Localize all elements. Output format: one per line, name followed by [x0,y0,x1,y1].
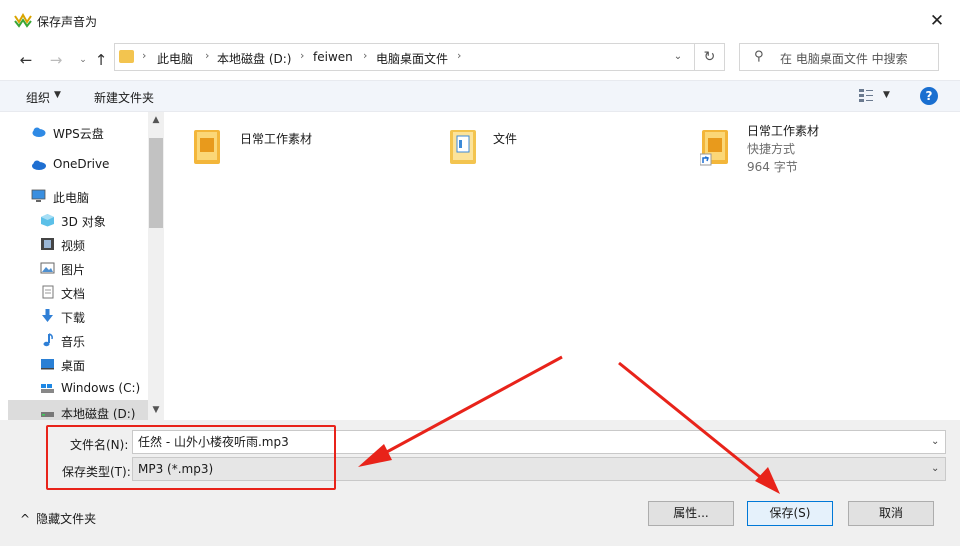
breadcrumb-feiwen[interactable]: feiwen [313,50,353,64]
sidebar-item-label: 下载 [61,311,86,325]
crumb-separator[interactable]: › [363,49,367,62]
filetype-dropdown-icon[interactable]: ⌄ [931,463,939,474]
back-button[interactable]: ← [16,50,36,70]
cancel-button[interactable]: 取消 [848,501,934,526]
sidebar-item-documents[interactable]: 文档 [8,280,148,304]
close-button[interactable]: ✕ [924,8,950,34]
sidebar-item-label: 本地磁盘 (D:) [61,407,136,420]
video-icon [41,238,54,250]
recent-locations-button[interactable]: ⌄ [73,50,93,70]
forward-button[interactable]: → [46,50,66,70]
sidebar-item-videos[interactable]: 视频 [8,232,148,256]
chevron-up-icon: ^ [20,512,31,526]
crumb-separator[interactable]: › [300,49,304,62]
folder-shortcut-icon [700,130,728,166]
sidebar-item-label: 图片 [61,263,86,277]
hide-folders-label: 隐藏文件夹 [36,512,97,526]
sidebar-item-label: OneDrive [53,157,110,171]
music-icon [43,333,53,347]
drive-d-icon [41,412,54,417]
sidebar-item-wps-cloud[interactable]: WPS云盘 [8,120,148,144]
sidebar-item-desktop[interactable]: 桌面 [8,352,148,376]
breadcrumb-this-pc[interactable]: 此电脑 [157,50,193,67]
sidebar-item-3d-objects[interactable]: 3D 对象 [8,208,148,232]
help-button[interactable]: ? [920,87,938,105]
sidebar-item-label: 文档 [61,287,86,301]
documents-icon [42,285,54,299]
file-type-label: 快捷方式 [747,142,796,156]
sidebar-scroll-up-button[interactable]: ▲ [148,115,164,125]
address-bar[interactable]: › 此电脑 › 本地磁盘 (D:) › feiwen › 电脑桌面文件 › [114,43,695,71]
save-button[interactable]: 保存(S) [747,501,833,526]
sidebar-item-music[interactable]: 音乐 [8,328,148,352]
file-item-shortcut[interactable]: 日常工作素材 快捷方式 964 字节 [700,122,900,178]
download-icon [42,309,53,322]
sidebar-item-downloads[interactable]: 下载 [8,304,148,328]
sidebar-scrollbar-thumb[interactable] [149,138,163,228]
view-dropdown-icon[interactable]: ▼ [883,90,890,100]
folder-icon [194,130,220,164]
organize-button[interactable]: 组织 [26,89,50,106]
drive-c-icon [41,384,54,393]
search-icon: ⚲ [754,49,764,64]
sidebar-item-label: 3D 对象 [61,215,106,229]
address-dropdown-button[interactable]: ⌄ [664,45,692,69]
file-name: 日常工作素材 [747,124,820,138]
file-name: 文件 [493,132,518,146]
command-toolbar: 组织 ▼ 新建文件夹 ▼ ? [0,80,960,112]
sidebar-item-label: WPS云盘 [53,127,104,141]
hide-folders-button[interactable]: ^ 隐藏文件夹 [20,510,96,527]
search-input[interactable]: ⚲ 在 电脑桌面文件 中搜索 [739,43,939,71]
sidebar-item-label: 视频 [61,239,86,253]
sidebar-item-drive-c[interactable]: Windows (C:) [8,376,148,400]
pictures-icon [40,262,55,274]
wps-cloud-icon [32,127,46,137]
file-name: 日常工作素材 [240,132,313,146]
sidebar-scroll-down-button[interactable]: ▼ [148,405,164,415]
sidebar-item-label: 音乐 [61,335,86,349]
folder-doc-icon [450,130,476,164]
crumb-separator[interactable]: › [142,49,146,62]
file-size-label: 964 字节 [747,160,798,174]
file-item-folder-docs[interactable]: 文件 [448,126,608,170]
breadcrumb-drive-d[interactable]: 本地磁盘 (D:) [217,50,291,67]
navigation-pane: WPS云盘 OneDrive 此电脑 3D 对象 视频 图片 文档 下载 音乐 … [8,112,164,420]
app-waveform-icon [14,12,32,28]
refresh-button[interactable]: ↻ [695,43,725,71]
sidebar-item-this-pc[interactable]: 此电脑 [8,184,148,208]
organize-dropdown-icon[interactable]: ▼ [54,90,61,100]
crumb-separator[interactable]: › [457,49,461,62]
sidebar-item-label: 桌面 [61,359,86,373]
search-placeholder: 在 电脑桌面文件 中搜索 [780,52,908,66]
sidebar-item-pictures[interactable]: 图片 [8,256,148,280]
crumb-separator[interactable]: › [205,49,209,62]
file-item-folder[interactable]: 日常工作素材 [192,126,352,170]
computer-icon [31,189,46,202]
new-folder-button[interactable]: 新建文件夹 [94,89,154,106]
sidebar-item-onedrive[interactable]: OneDrive [8,152,148,176]
up-button[interactable]: ↑ [91,50,111,70]
breadcrumb-desktop-files[interactable]: 电脑桌面文件 [376,50,448,67]
filename-dropdown-icon[interactable]: ⌄ [931,436,939,447]
onedrive-cloud-icon [32,160,46,170]
sidebar-item-label: 此电脑 [53,191,90,205]
properties-button[interactable]: 属性... [648,501,734,526]
title-bar: 保存声音为 ✕ [0,0,960,40]
window-title: 保存声音为 [37,15,98,29]
desktop-icon [41,359,54,370]
file-list-pane: 日常工作素材 文件 日常工作素材 快捷方式 964 字节 [164,112,952,420]
sidebar-item-drive-d[interactable]: 本地磁盘 (D:) [8,400,148,420]
address-folder-icon [119,50,134,63]
annotation-highlight-box [46,425,336,490]
view-options-icon[interactable] [858,88,874,103]
3d-objects-icon [41,214,54,227]
sidebar-item-label: Windows (C:) [61,381,141,395]
